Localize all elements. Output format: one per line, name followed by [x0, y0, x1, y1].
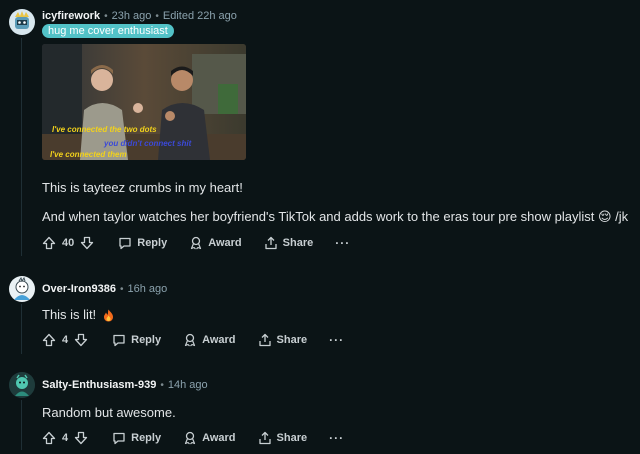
downvote-button[interactable] — [80, 236, 94, 250]
separator-dot: • — [119, 283, 124, 295]
comment-2: Over-Iron9386 • 16h ago This is lit! 4 R… — [0, 268, 640, 358]
more-options-button[interactable]: ··· — [335, 236, 350, 250]
share-button[interactable]: Share — [258, 431, 308, 445]
edited-label: Edited 22h ago — [162, 10, 237, 22]
reply-button[interactable]: Reply — [112, 333, 161, 347]
caption-1: I've connected the two dots — [52, 125, 157, 134]
upvote-button[interactable] — [42, 431, 56, 445]
downvote-button[interactable] — [74, 431, 88, 445]
comment-icon — [119, 237, 131, 250]
avatar[interactable] — [9, 276, 35, 302]
timestamp: 16h ago — [127, 283, 168, 295]
upvote-icon — [42, 431, 56, 445]
reply-button[interactable]: Reply — [112, 431, 161, 445]
comment-text: This is lit! — [42, 307, 114, 322]
downvote-icon — [74, 333, 88, 347]
user-flair: hug me cover enthusiast — [42, 24, 174, 38]
comment-text: Random but awesome. — [42, 405, 176, 420]
reply-label: Reply — [131, 432, 162, 444]
upvote-icon — [42, 333, 56, 347]
vote-count: 40 — [62, 237, 75, 249]
separator-dot: • — [155, 10, 159, 22]
award-button[interactable]: Award — [183, 333, 236, 347]
avatar[interactable] — [9, 9, 35, 35]
fire-emoji-icon — [103, 309, 113, 322]
comment-actions: 4 Reply Award Share ··· — [42, 330, 344, 350]
author-name[interactable]: icyfirework — [42, 10, 100, 22]
award-label: Award — [202, 334, 236, 346]
thread-line[interactable] — [21, 38, 22, 256]
separator-dot: • — [160, 379, 164, 391]
separator-dot: • — [104, 10, 108, 22]
comment-1: icyfirework • 23h ago • Edited 22h ago h… — [0, 0, 640, 260]
comment-actions: 40 Reply Award Share ··· — [42, 233, 350, 253]
comment-text-content: This is lit! — [42, 307, 97, 322]
downvote-icon — [74, 431, 88, 445]
avatar[interactable] — [9, 372, 35, 398]
downvote-icon — [81, 236, 94, 250]
upvote-button[interactable] — [42, 333, 56, 347]
award-button[interactable]: Award — [189, 236, 242, 250]
share-icon — [258, 431, 271, 445]
more-options-button[interactable]: ··· — [329, 333, 344, 347]
author-name[interactable]: Over-Iron9386 — [42, 283, 116, 295]
share-icon — [264, 236, 277, 250]
share-button[interactable]: Share — [264, 236, 314, 250]
comment-3: Salty-Enthusiasm-939 • 14h ago Random bu… — [0, 366, 640, 454]
reply-label: Reply — [131, 334, 162, 346]
caption-2: you didn't connect shit — [104, 139, 192, 148]
author-name[interactable]: Salty-Enthusiasm-939 — [42, 379, 156, 391]
more-options-button[interactable]: ··· — [329, 431, 344, 445]
timestamp: 14h ago — [167, 379, 208, 391]
award-icon — [184, 431, 196, 445]
vote-count: 4 — [62, 432, 69, 444]
caption-3: I've connected them — [50, 150, 127, 159]
share-label: Share — [276, 334, 308, 346]
award-icon — [191, 236, 202, 250]
comment-text: This is tayteez crumbs in my heart! — [42, 180, 243, 195]
award-button[interactable]: Award — [183, 431, 236, 445]
share-icon — [258, 333, 271, 347]
comment-icon — [113, 432, 125, 445]
reply-button[interactable]: Reply — [118, 236, 167, 250]
reply-label: Reply — [137, 237, 168, 249]
thread-line[interactable] — [21, 304, 22, 354]
share-label: Share — [282, 237, 314, 249]
upvote-icon — [42, 236, 56, 250]
thread-line[interactable] — [21, 400, 22, 450]
vote-count: 4 — [62, 334, 69, 346]
timestamp: 23h ago — [111, 10, 152, 22]
gif-image[interactable]: I've connected the two dots you didn't c… — [42, 44, 246, 160]
downvote-button[interactable] — [74, 333, 88, 347]
comment-text: And when taylor watches her boyfriend's … — [42, 209, 629, 224]
share-button[interactable]: Share — [258, 333, 308, 347]
award-label: Award — [208, 237, 242, 249]
upvote-button[interactable] — [42, 236, 56, 250]
comment-actions: 4 Reply Award Share ··· — [42, 428, 344, 448]
award-label: Award — [202, 432, 236, 444]
share-label: Share — [276, 432, 308, 444]
comment-icon — [113, 334, 125, 347]
award-icon — [184, 333, 196, 347]
